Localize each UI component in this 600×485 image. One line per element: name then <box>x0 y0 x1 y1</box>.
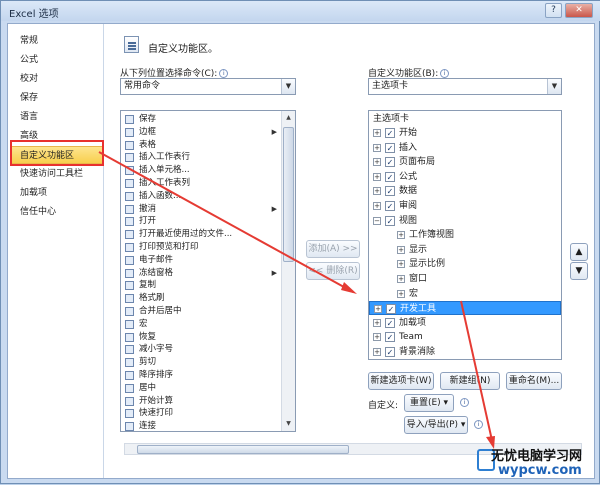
arrow-to-developer <box>98 151 354 293</box>
arrow-to-ok <box>460 300 494 446</box>
watermark-line2: wypcw.com <box>498 463 582 478</box>
arrowhead-icon <box>341 282 357 294</box>
red-arrow-annotations <box>98 151 495 449</box>
site-watermark: 无忧电脑学习网 wypcw.com <box>471 441 597 481</box>
watermark-line1: 无忧电脑学习网 <box>491 449 583 464</box>
excel-options-window: Excel 选项 ? ✕ 常规 公式 校对 保存 语言 高级 自定义功能区 快速访问工具栏 加载… <box>0 0 600 484</box>
